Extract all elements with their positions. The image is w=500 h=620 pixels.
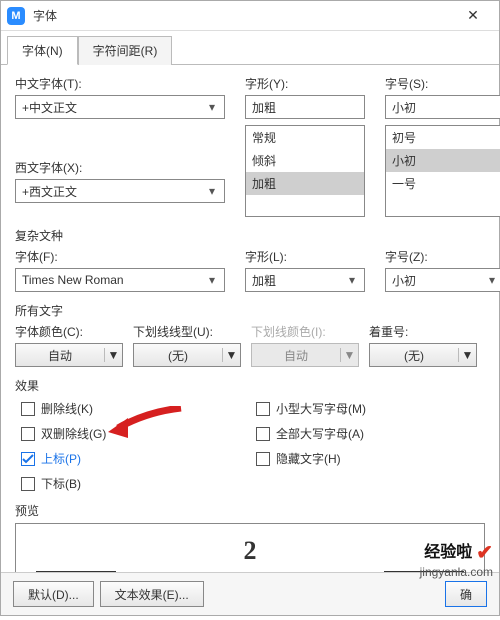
checkbox-subscript[interactable]: 下标(B) [21, 475, 250, 492]
checkbox-strike[interactable]: 删除线(K) [21, 400, 250, 417]
underline-color-value: 自动 [252, 347, 340, 364]
checkbox-allcaps[interactable]: 全部大写字母(A) [256, 425, 485, 442]
complex-size-select[interactable]: 小初 ▾ [385, 268, 500, 292]
section-effects: 效果 [15, 377, 485, 394]
font-color-dropdown[interactable]: 自动 ▼ [15, 343, 123, 367]
button-bar: 默认(D)... 文本效果(E)... 确 [1, 572, 499, 615]
titlebar: M 字体 ✕ [1, 1, 499, 31]
underline-type-value: (无) [134, 347, 222, 364]
label-font-f: 字体(F): [15, 248, 225, 265]
complex-font-value: Times New Roman [22, 273, 204, 287]
chevron-down-icon: ▾ [204, 184, 220, 198]
checkbox-icon [21, 427, 35, 441]
window-title: 字体 [33, 7, 453, 24]
checkbox-icon [256, 427, 270, 441]
cn-font-select[interactable]: +中文正文 ▾ [15, 95, 225, 119]
checkbox-label: 上标(P) [41, 450, 81, 467]
checkbox-label: 下标(B) [41, 475, 81, 492]
label-underline-type: 下划线线型(U): [133, 323, 241, 340]
checkbox-icon [21, 452, 35, 466]
checkbox-label: 小型大写字母(M) [276, 400, 366, 417]
section-alltext: 所有文字 [15, 302, 485, 319]
section-preview: 预览 [15, 502, 485, 519]
label-style: 字形(Y): [245, 75, 365, 92]
chevron-down-icon: ▼ [458, 348, 476, 362]
west-font-value: +西文正文 [22, 183, 204, 200]
section-complex: 复杂文种 [15, 227, 485, 244]
preview-value: 2 [244, 536, 257, 566]
checkbox-label: 删除线(K) [41, 400, 93, 417]
tab-font[interactable]: 字体(N) [7, 36, 78, 65]
underline-color-dropdown: 自动 ▼ [251, 343, 359, 367]
checkbox-superscript[interactable]: 上标(P) [21, 450, 250, 467]
preview-box: 2 [15, 523, 485, 579]
chevron-down-icon: ▾ [204, 100, 220, 114]
checkbox-dblstrike[interactable]: 双删除线(G) [21, 425, 250, 442]
label-west-font: 西文字体(X): [15, 159, 225, 176]
complex-size-value: 小初 [392, 272, 484, 289]
complex-font-select[interactable]: Times New Roman ▾ [15, 268, 225, 292]
label-font-color: 字体颜色(C): [15, 323, 123, 340]
chevron-down-icon: ▾ [344, 273, 360, 287]
default-button[interactable]: 默认(D)... [13, 581, 94, 607]
tab-spacing[interactable]: 字符间距(R) [78, 36, 173, 65]
style-value: 加粗 [252, 99, 360, 116]
checkbox-icon [256, 402, 270, 416]
label-size: 字号(S): [385, 75, 500, 92]
checkbox-label: 全部大写字母(A) [276, 425, 364, 442]
size-value: 小初 [392, 99, 500, 116]
list-item[interactable]: 一号 [386, 172, 500, 195]
list-item[interactable]: 倾斜 [246, 149, 364, 172]
chevron-down-icon: ▾ [204, 273, 220, 287]
checkbox-icon [256, 452, 270, 466]
label-size-z: 字号(Z): [385, 248, 500, 265]
list-item[interactable]: 加粗 [246, 172, 364, 195]
label-emphasis: 着重号: [369, 323, 477, 340]
text-effects-button[interactable]: 文本效果(E)... [100, 581, 204, 607]
west-font-select[interactable]: +西文正文 ▾ [15, 179, 225, 203]
chevron-down-icon: ▼ [104, 348, 122, 362]
checkbox-label: 双删除线(G) [41, 425, 106, 442]
cn-font-value: +中文正文 [22, 99, 204, 116]
list-item[interactable]: 常规 [246, 126, 364, 149]
font-color-value: 自动 [16, 347, 104, 364]
emphasis-dropdown[interactable]: (无) ▼ [369, 343, 477, 367]
size-input[interactable]: 小初 [385, 95, 500, 119]
chevron-down-icon: ▼ [340, 348, 358, 362]
complex-style-select[interactable]: 加粗 ▾ [245, 268, 365, 292]
underline-type-dropdown[interactable]: (无) ▼ [133, 343, 241, 367]
label-underline-color: 下划线颜色(I): [251, 323, 359, 340]
list-item[interactable]: 初号 [386, 126, 500, 149]
chevron-down-icon: ▾ [484, 273, 500, 287]
checkbox-hidden[interactable]: 隐藏文字(H) [256, 450, 485, 467]
chevron-down-icon: ▼ [222, 348, 240, 362]
checkbox-icon [21, 477, 35, 491]
checkbox-label: 隐藏文字(H) [276, 450, 341, 467]
label-cn-font: 中文字体(T): [15, 75, 225, 92]
close-icon[interactable]: ✕ [453, 2, 493, 30]
emphasis-value: (无) [370, 347, 458, 364]
style-listbox[interactable]: 常规倾斜加粗 [245, 125, 365, 217]
tabstrip: 字体(N) 字符间距(R) [1, 31, 499, 65]
label-style-l: 字形(L): [245, 248, 365, 265]
checkbox-icon [21, 402, 35, 416]
complex-style-value: 加粗 [252, 272, 344, 289]
app-icon: M [7, 7, 25, 25]
checkbox-smallcaps[interactable]: 小型大写字母(M) [256, 400, 485, 417]
list-item[interactable]: 小初 [386, 149, 500, 172]
size-listbox[interactable]: 初号小初一号 [385, 125, 500, 217]
ok-button[interactable]: 确 [445, 581, 487, 607]
style-input[interactable]: 加粗 [245, 95, 365, 119]
